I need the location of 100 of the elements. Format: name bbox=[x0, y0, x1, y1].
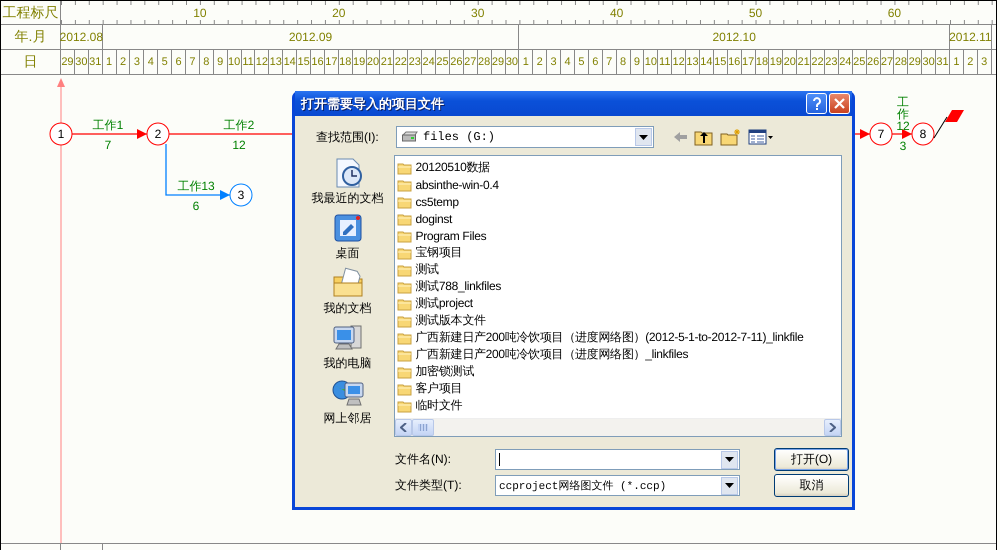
folder-item[interactable]: 客户项目 bbox=[397, 380, 841, 397]
folder-item[interactable]: absinthe-win-0.4 bbox=[397, 176, 841, 193]
folder-icon bbox=[397, 212, 414, 226]
folder-icon bbox=[397, 348, 414, 362]
scroll-left-button[interactable] bbox=[395, 419, 412, 436]
day-cell: 11 bbox=[658, 50, 672, 74]
day-cell: 21 bbox=[797, 50, 812, 74]
day-cell: 1 bbox=[950, 50, 964, 74]
folder-item[interactable]: 临时文件 bbox=[397, 397, 841, 414]
caret-icon bbox=[639, 134, 648, 140]
day-cell: 3 bbox=[547, 50, 562, 74]
folder-item[interactable]: Program Files bbox=[397, 227, 841, 244]
folder-item[interactable]: 广西新建日产200吨冷饮项目（进度网络图）(2012-5-1-to-2012-7-11)_linkfile bbox=[397, 329, 841, 346]
day-cell: 27 bbox=[464, 50, 478, 74]
day-cell: 17 bbox=[742, 50, 756, 74]
activity-duration: 6 bbox=[192, 199, 200, 213]
dropdown-button[interactable] bbox=[721, 476, 738, 494]
day-cell: 25 bbox=[436, 50, 450, 74]
file-type-dropdown[interactable]: ccproject网络图文件 (*.ccp) bbox=[495, 475, 740, 496]
day-cell: 31 bbox=[936, 50, 950, 74]
day-cell: 2 bbox=[964, 50, 978, 74]
day-cell: 26 bbox=[866, 50, 881, 74]
day-cell: 26 bbox=[450, 50, 464, 74]
day-cell: 14 bbox=[283, 50, 298, 74]
day-cell: 18 bbox=[756, 50, 770, 74]
view-menu-icon[interactable] bbox=[748, 129, 774, 145]
folder-item[interactable]: 广西新建日产200吨冷饮项目（进度网络图）_linkfiles bbox=[397, 346, 841, 363]
event-node: 2 bbox=[146, 122, 170, 146]
event-node: 8 bbox=[912, 122, 934, 146]
day-cell: 28 bbox=[478, 50, 492, 74]
day-cell: 3 bbox=[978, 50, 992, 74]
day-cell: 5 bbox=[574, 50, 589, 74]
day-cell: 30 bbox=[506, 50, 520, 74]
day-cell: 19 bbox=[769, 50, 784, 74]
places-item[interactable]: 我最近的文档 bbox=[312, 157, 384, 207]
day-cell: 21 bbox=[380, 50, 394, 74]
close-button[interactable] bbox=[829, 93, 850, 114]
row-label: 年.月 bbox=[1, 25, 61, 49]
day-cell: 2 bbox=[533, 50, 548, 74]
day-cell: 17 bbox=[324, 50, 339, 74]
file-type-label: 文件类型(T): bbox=[395, 477, 463, 494]
day-cell: 14 bbox=[700, 50, 714, 74]
ruler-number: 50 bbox=[748, 4, 764, 22]
day-cell: 7 bbox=[602, 50, 617, 74]
folder-item[interactable]: 宝钢项目 bbox=[397, 244, 841, 261]
dialog-title: 打开需要导入的项目文件 bbox=[301, 94, 445, 112]
places-item[interactable]: 我的电脑 bbox=[324, 322, 372, 372]
dropdown-button[interactable] bbox=[635, 128, 652, 146]
folder-item[interactable]: 测试788_linkfiles bbox=[397, 278, 841, 295]
day-cell: 13 bbox=[269, 50, 284, 74]
day-cell: 8 bbox=[200, 50, 214, 74]
dropdown-button[interactable] bbox=[721, 450, 738, 468]
day-cell: 29 bbox=[61, 50, 75, 74]
day-cell: 18 bbox=[338, 50, 353, 74]
day-cell: 16 bbox=[728, 50, 742, 74]
scroll-right-button[interactable] bbox=[824, 419, 841, 436]
month-cell: 2012.09 bbox=[102, 25, 520, 49]
row-label: 工程标尺 bbox=[1, 1, 61, 24]
open-button[interactable]: 打开(O) bbox=[774, 448, 849, 471]
folder-item[interactable]: 测试project bbox=[397, 295, 841, 312]
folder-item[interactable]: 20120510数据 bbox=[397, 159, 841, 176]
activity-name: 工作1 bbox=[92, 118, 124, 132]
folder-icon bbox=[397, 296, 414, 310]
day-cell: 3 bbox=[130, 50, 144, 74]
places-item[interactable]: 桌面 bbox=[330, 212, 365, 262]
day-cell: 11 bbox=[242, 50, 256, 74]
help-button[interactable] bbox=[806, 93, 827, 114]
event-node: 3 bbox=[230, 184, 252, 206]
folder-item[interactable]: 测试 bbox=[397, 261, 841, 278]
activity-duration: 12 bbox=[232, 138, 246, 152]
folder-item[interactable]: 测试版本文件 bbox=[397, 312, 841, 329]
folder-icon bbox=[397, 160, 414, 174]
day-cell: 6 bbox=[588, 50, 603, 74]
day-cell: 19 bbox=[352, 50, 367, 74]
day-cell: 1 bbox=[102, 50, 117, 74]
day-cell: 9 bbox=[214, 50, 228, 74]
caret-icon bbox=[725, 483, 734, 488]
folder-icon bbox=[397, 314, 414, 328]
folder-icon bbox=[397, 262, 414, 276]
places-item[interactable]: 网上邻居 bbox=[324, 377, 372, 427]
file-name-field[interactable] bbox=[495, 449, 740, 470]
scroll-thumb[interactable] bbox=[412, 419, 434, 436]
horizontal-scrollbar[interactable] bbox=[395, 418, 841, 436]
look-in-dropdown[interactable]: files (G:) bbox=[396, 126, 654, 148]
day-cell: 16 bbox=[311, 50, 325, 74]
cancel-button[interactable]: 取消 bbox=[774, 474, 849, 497]
day-cell: 22 bbox=[811, 50, 825, 74]
day-cell: 20 bbox=[366, 50, 380, 74]
places-item[interactable]: 我的文档 bbox=[324, 267, 372, 317]
day-cell: 24 bbox=[838, 50, 853, 74]
event-node: 7 bbox=[870, 122, 892, 146]
folder-item[interactable]: 加密锁测试 bbox=[397, 363, 841, 380]
day-cell: 10 bbox=[228, 50, 242, 74]
folder-item[interactable]: doginst bbox=[397, 210, 841, 227]
ruler-number: 40 bbox=[608, 4, 624, 22]
folder-item[interactable]: cs5temp bbox=[397, 193, 841, 210]
drive-icon bbox=[401, 131, 419, 143]
day-cell: 20 bbox=[783, 50, 798, 74]
new-folder-icon[interactable] bbox=[720, 128, 742, 146]
day-cell: 10 bbox=[644, 50, 658, 74]
